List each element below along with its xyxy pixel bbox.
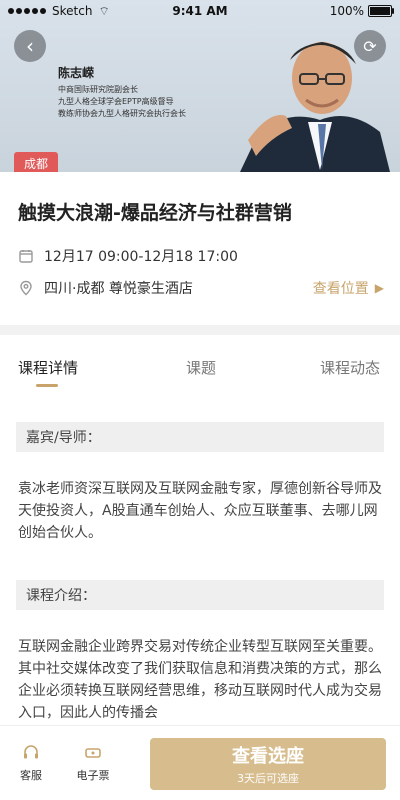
- signal-dot: [8, 8, 14, 14]
- event-date-text: 12月17 09:00-12月18 17:00: [44, 249, 238, 265]
- speaker-titles: 中商国际研究院副会长 九型人格全球学会EPTP高级督导 教练师协会九型人格研究会…: [58, 84, 186, 120]
- event-title: 触摸大浪潮-爆品经济与社群营销: [18, 202, 292, 224]
- chevron-left-icon: ‹: [26, 34, 34, 58]
- customer-service-button[interactable]: 客服: [0, 726, 62, 800]
- speaker-title-line: 中商国际研究院副会长: [58, 85, 138, 94]
- calendar-icon: [18, 248, 34, 264]
- signal-dot: [24, 8, 30, 14]
- tab-course-detail[interactable]: 课程详情: [18, 357, 78, 378]
- event-location-text: 四川·成都 尊悦豪生酒店: [44, 281, 193, 297]
- triangle-right-icon: ▶: [374, 281, 384, 295]
- battery-percent: 100%: [329, 4, 364, 18]
- status-right: 100%: [329, 4, 394, 18]
- battery-icon: [368, 5, 394, 17]
- event-location-row: 四川·成都 尊悦豪生酒店: [18, 278, 193, 298]
- signal-dots: [8, 8, 46, 14]
- speaker-portrait: [240, 42, 390, 172]
- intro-section-header: 课程介绍：: [16, 580, 384, 610]
- section-divider: [0, 325, 400, 335]
- active-tab-indicator: [36, 384, 58, 387]
- signal-dot: [32, 8, 38, 14]
- e-ticket-label: 电子票: [76, 769, 110, 782]
- speaker-title-line: 九型人格全球学会EPTP高级督导: [58, 97, 174, 106]
- signal-dot: [40, 8, 46, 14]
- event-date-row: 12月17 09:00-12月18 17:00: [18, 246, 238, 266]
- guest-paragraph: 袁冰老师资深互联网及互联网金融专家，厚德创新谷导师及天使投资人，A股直通车创始人…: [18, 481, 382, 541]
- view-seat-label: 查看选座: [232, 746, 304, 767]
- status-time: 9:41 AM: [172, 4, 228, 18]
- tab-topic[interactable]: 课题: [186, 357, 216, 378]
- wifi-icon: ⌔: [98, 3, 110, 18]
- carrier-label: Sketch: [52, 4, 93, 18]
- speaker-title-line: 教练师协会九型人格研究会执行会长: [58, 109, 186, 118]
- tab-bar: 课程详情 课题 课程动态: [0, 355, 400, 379]
- customer-service-label: 客服: [20, 769, 42, 782]
- signal-dot: [16, 8, 22, 14]
- e-ticket-button[interactable]: 电子票: [62, 726, 124, 800]
- bottom-action-bar: 客服 电子票 查看选座 3天后可选座: [0, 725, 400, 800]
- seat-availability-note: 3天后可选座: [237, 772, 299, 785]
- tab-course-news[interactable]: 课程动态: [320, 357, 380, 378]
- speaker-name: 陈志嵘: [58, 66, 95, 80]
- back-button[interactable]: ‹: [14, 30, 46, 62]
- view-location-link[interactable]: 查看位置 ▶: [313, 278, 384, 298]
- ticket-icon: [83, 743, 103, 763]
- status-bar: Sketch ⌔ 9:41 AM 100%: [0, 0, 400, 22]
- view-seat-button[interactable]: 查看选座 3天后可选座: [150, 738, 386, 790]
- intro-paragraph: 互联网金融企业跨界交易对传统企业转型互联网至关重要。其中社交媒体改变了我们获取信…: [18, 639, 382, 721]
- status-left: Sketch ⌔: [8, 4, 110, 19]
- city-badge: 成都: [14, 152, 59, 172]
- hero-banner: ‹ ⟳ 陈志嵘 中商国际研究院副会长 九型人格全球学会EPTP高级督导 教练师协…: [0, 0, 400, 172]
- headset-icon: [21, 743, 41, 763]
- guest-section-header: 嘉宾/导师：: [16, 422, 384, 452]
- view-location-label: 查看位置: [312, 281, 369, 297]
- location-pin-icon: [18, 280, 34, 296]
